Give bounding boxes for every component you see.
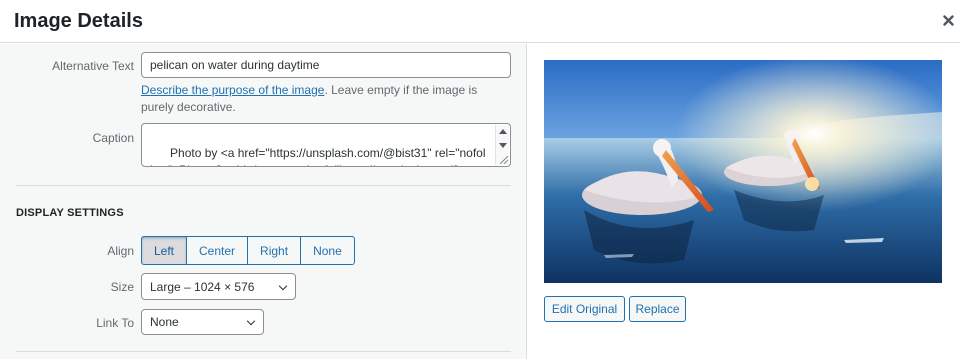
align-center-button[interactable]: Center	[186, 236, 249, 265]
resize-handle-icon[interactable]	[500, 156, 508, 164]
caption-textarea[interactable]: Photo by <a href="https://unsplash.com/@…	[141, 123, 511, 167]
describe-purpose-link[interactable]: Describe the purpose of the image	[141, 83, 324, 97]
scroll-up-icon[interactable]	[499, 129, 507, 134]
modal-header: Image Details	[0, 0, 960, 43]
alt-text-label: Alternative Text	[52, 59, 134, 73]
image-preview	[544, 60, 942, 283]
align-none-button[interactable]: None	[300, 236, 355, 265]
size-select[interactable]: Large – 1024 × 576	[141, 273, 296, 300]
close-button[interactable]	[936, 0, 960, 40]
caption-label: Caption	[92, 131, 134, 145]
page-title: Image Details	[14, 10, 143, 32]
align-right-button[interactable]: Right	[247, 236, 302, 265]
edit-original-button[interactable]: Edit Original	[544, 296, 625, 322]
alt-text-input[interactable]: pelican on water during daytime	[141, 52, 511, 78]
chevron-down-icon	[246, 316, 256, 326]
align-left-button[interactable]: Left	[141, 236, 188, 265]
align-button-group: Left Center Right None	[141, 236, 355, 265]
preview-panel: Edit Original Replace	[528, 44, 960, 359]
scroll-down-icon[interactable]	[499, 143, 507, 148]
align-label: Align	[107, 244, 134, 258]
divider	[16, 185, 511, 186]
size-value: Large – 1024 × 576	[150, 279, 255, 294]
image-details-modal: Image Details Alternative Text pelican o…	[0, 0, 960, 359]
close-icon	[942, 14, 954, 26]
chevron-down-icon	[278, 281, 288, 290]
alt-text-help: Describe the purpose of the image. Leave…	[141, 82, 511, 116]
replace-button[interactable]: Replace	[629, 296, 686, 322]
display-settings-heading: DISPLAY SETTINGS	[16, 207, 124, 219]
caption-text: Photo by <a href="https://unsplash.com/@…	[150, 146, 486, 166]
divider	[16, 351, 511, 352]
link-to-select[interactable]: None	[141, 309, 264, 335]
pelican-photo	[544, 60, 942, 283]
link-to-label: Link To	[96, 316, 134, 330]
settings-panel: Alternative Text pelican on water during…	[0, 44, 527, 359]
size-label: Size	[110, 280, 134, 294]
link-to-value: None	[150, 315, 179, 329]
